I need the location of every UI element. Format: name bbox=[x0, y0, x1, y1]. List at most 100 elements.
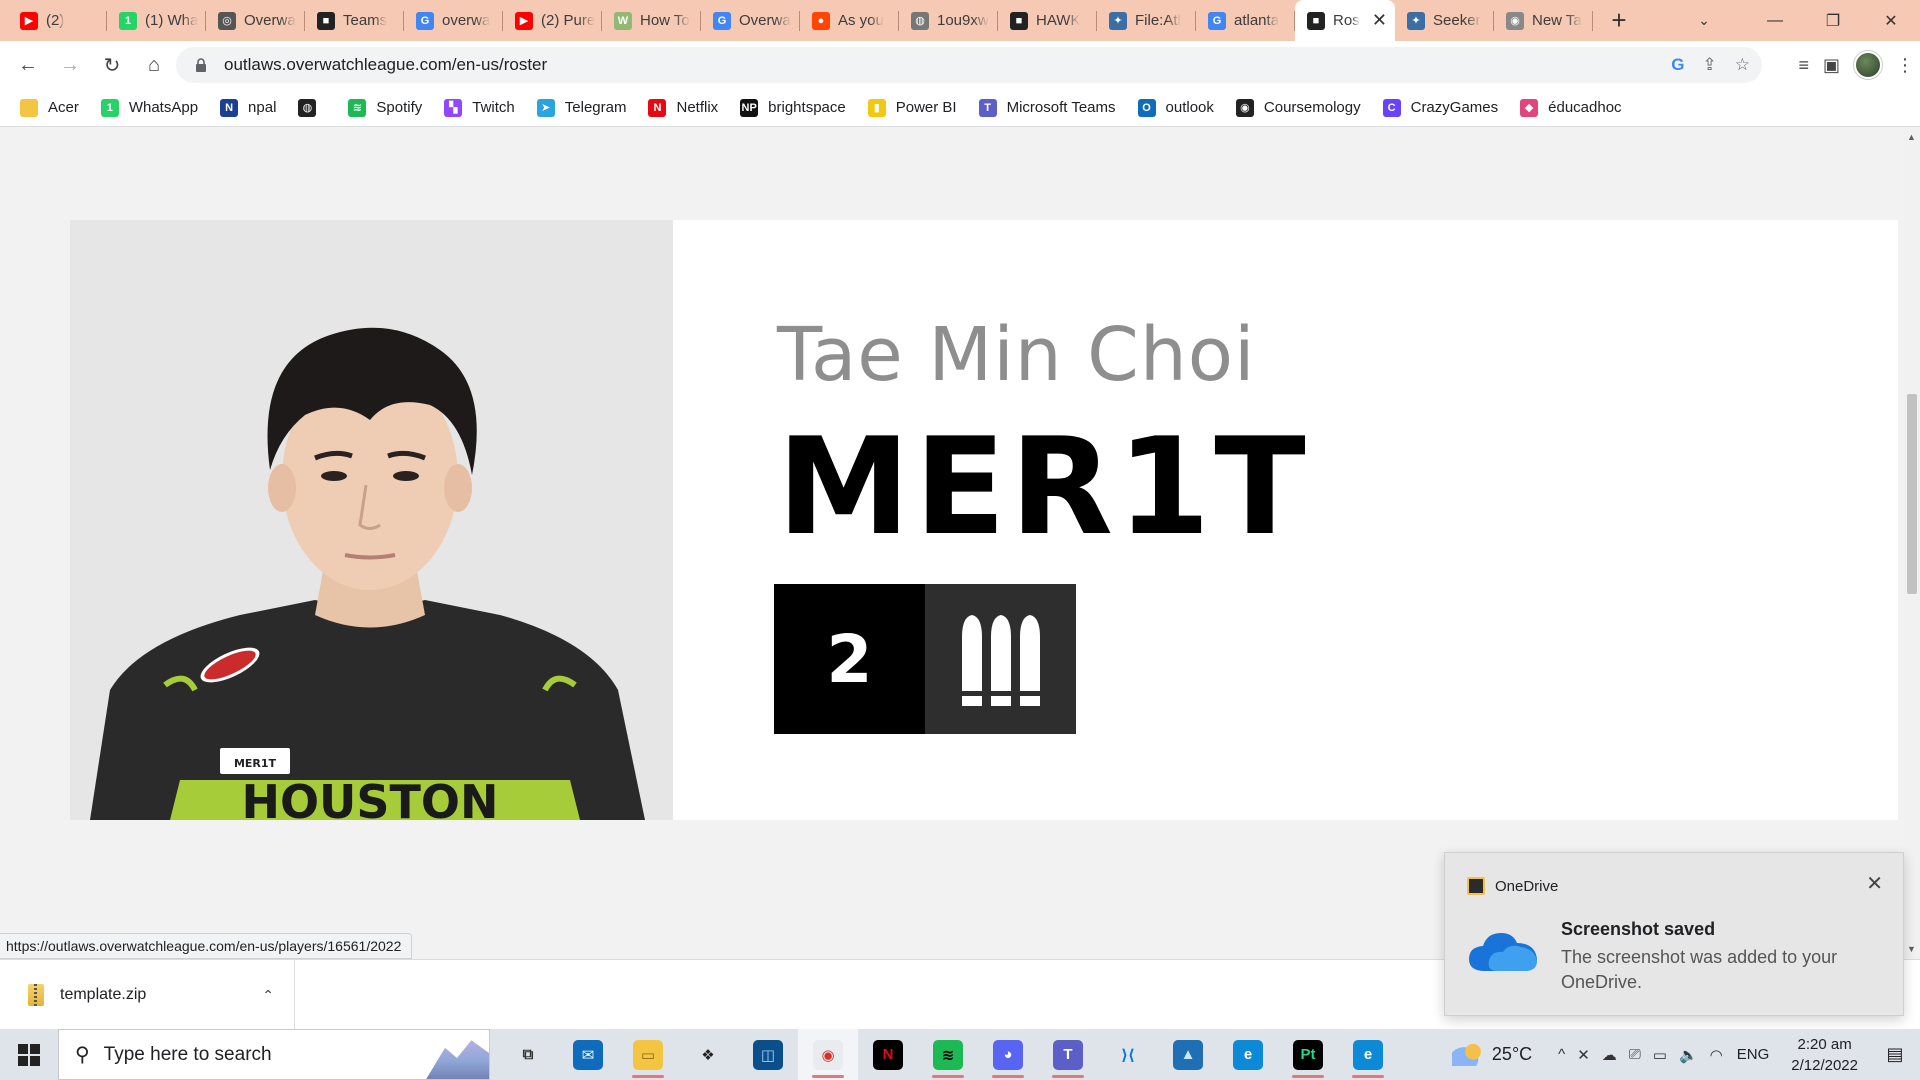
notification-center-icon[interactable]: ▤ bbox=[1870, 1029, 1920, 1080]
side-panel-icon[interactable]: ▣ bbox=[1823, 55, 1840, 76]
onedrive-tray-icon[interactable]: ☁ bbox=[1602, 1046, 1617, 1064]
bookmark-item[interactable]: ≋ Spotify bbox=[348, 98, 422, 117]
player-gamertag: MER1T bbox=[777, 409, 1310, 565]
onedrive-notification[interactable]: OneDrive ✕ Screenshot saved The screensh… bbox=[1444, 852, 1904, 1016]
home-button[interactable]: ⌂ bbox=[134, 45, 174, 85]
browser-tab[interactable]: ◍ 1ou9xw bbox=[899, 0, 998, 41]
spotify-icon: ≋ bbox=[348, 98, 367, 117]
bookmark-item[interactable]: Ooutlook bbox=[1137, 98, 1214, 117]
taskbar-app[interactable]: e bbox=[1338, 1029, 1398, 1080]
bookmark-item[interactable]: ➤ Telegram bbox=[536, 98, 626, 117]
battery-icon[interactable]: ▭ bbox=[1653, 1046, 1667, 1064]
language-indicator[interactable]: ENG bbox=[1737, 1046, 1770, 1063]
show-hidden-icons-icon[interactable]: ^ bbox=[1558, 1046, 1565, 1063]
close-window-button[interactable]: ✕ bbox=[1862, 0, 1920, 41]
taskbar-app[interactable]: T bbox=[1038, 1029, 1098, 1080]
download-filename[interactable]: template.zip bbox=[60, 986, 146, 1004]
tab-title: Seeker bbox=[1433, 12, 1481, 29]
page-scrollbar[interactable]: ▲ ▼ bbox=[1904, 128, 1920, 958]
reload-button[interactable]: ↻ bbox=[92, 45, 132, 85]
taskbar-app[interactable]: ◕ bbox=[978, 1029, 1038, 1080]
tab-close-icon[interactable]: ✕ bbox=[1372, 10, 1387, 31]
taskbar-app[interactable]: ✉ bbox=[558, 1029, 618, 1080]
scrollbar-thumb[interactable] bbox=[1907, 394, 1917, 594]
bookmark-item[interactable]: Nnpal bbox=[220, 98, 276, 117]
browser-tab[interactable]: G Overwa bbox=[701, 0, 800, 41]
meet-now-icon[interactable]: ⎚ bbox=[1629, 1046, 1641, 1063]
bookmark-item[interactable]: ◆ éducadhoc bbox=[1520, 98, 1622, 117]
search-placeholder[interactable]: Type here to search bbox=[104, 1044, 272, 1066]
weather-widget[interactable]: 25°C bbox=[1451, 1043, 1532, 1066]
browser-tab[interactable]: 1 (1) Wha bbox=[107, 0, 206, 41]
media-control-icon[interactable]: ≡ bbox=[1798, 55, 1809, 76]
taskbar-app[interactable]: ⟩⟨ bbox=[1098, 1029, 1158, 1080]
tab-title: atlanta bbox=[1234, 12, 1280, 29]
bookmark-item[interactable]: 1 WhatsApp bbox=[100, 98, 198, 117]
wifi-icon[interactable]: ◠ bbox=[1710, 1046, 1723, 1064]
bookmark-item[interactable]: NP brightspace bbox=[740, 98, 846, 117]
browser-tab[interactable]: ◉ New Ta bbox=[1494, 0, 1593, 41]
tab-title: Overwa bbox=[244, 12, 296, 29]
browser-menu-icon[interactable]: ⋮ bbox=[1896, 55, 1914, 76]
taskbar-app[interactable]: N bbox=[858, 1029, 918, 1080]
security-alert-icon[interactable]: ✕ bbox=[1577, 1046, 1590, 1064]
bookmark-item[interactable]: ▚ Twitch bbox=[444, 98, 515, 117]
taskbar-app[interactable]: ▲ bbox=[1158, 1029, 1218, 1080]
taskbar-app[interactable]: e bbox=[1218, 1029, 1278, 1080]
taskbar-app[interactable]: ⧉ bbox=[498, 1029, 558, 1080]
browser-tab[interactable]: ■ HAWK bbox=[998, 0, 1097, 41]
minimize-button[interactable]: — bbox=[1746, 0, 1804, 41]
bookmark-star-icon[interactable]: ☆ bbox=[1735, 55, 1750, 75]
player-card[interactable]: HOUSTON MER1T Tae Min Choi MER1T 2 bbox=[70, 220, 1898, 820]
url-text[interactable]: outlaws.overwatchleague.com/en-us/roster bbox=[224, 55, 547, 75]
taskbar-app[interactable]: ◫ bbox=[738, 1029, 798, 1080]
address-bar[interactable]: outlaws.overwatchleague.com/en-us/roster… bbox=[176, 47, 1762, 83]
bookmark-item[interactable]: Acer bbox=[20, 98, 79, 117]
bookmark-label: Acer bbox=[48, 99, 79, 116]
bookmark-item[interactable]: ◉ Coursemology bbox=[1235, 98, 1361, 117]
browser-tab[interactable]: ▶ (2) Pure bbox=[503, 0, 602, 41]
share-icon[interactable]: ⇪ bbox=[1703, 55, 1717, 75]
bookmark-item[interactable]: ▮ Power BI bbox=[867, 98, 957, 117]
browser-tab[interactable]: ■ Teams bbox=[305, 0, 404, 41]
browser-tab[interactable]: ✦ File:Atl bbox=[1097, 0, 1196, 41]
google-icon: G bbox=[416, 11, 434, 30]
tab-search-button[interactable]: ⌄ bbox=[1684, 0, 1724, 41]
bookmark-item[interactable]: C CrazyGames bbox=[1382, 98, 1499, 117]
back-button[interactable]: ← bbox=[8, 45, 48, 85]
lock-icon[interactable] bbox=[194, 58, 208, 72]
scroll-down-icon[interactable]: ▼ bbox=[1907, 944, 1916, 954]
crazygames-icon: C bbox=[1382, 98, 1401, 117]
bookmark-label: CrazyGames bbox=[1410, 99, 1499, 116]
browser-tab[interactable]: ◎ Overwa bbox=[206, 0, 305, 41]
google-lens-icon[interactable]: G bbox=[1671, 55, 1684, 75]
bookmark-item[interactable]: N Netflix bbox=[648, 98, 718, 117]
browser-tab[interactable]: ● As you bbox=[800, 0, 899, 41]
taskbar-search[interactable]: ⚲ Type here to search bbox=[58, 1029, 490, 1080]
start-button[interactable] bbox=[0, 1029, 58, 1080]
tab-title: File:Atl bbox=[1135, 12, 1181, 29]
download-options-chevron-icon[interactable]: ⌃ bbox=[262, 987, 274, 1004]
forward-button[interactable]: → bbox=[50, 45, 90, 85]
taskbar-app[interactable]: ◉ bbox=[798, 1029, 858, 1080]
notification-close-button[interactable]: ✕ bbox=[1866, 871, 1883, 896]
download-item[interactable]: template.zip ⌃ bbox=[0, 960, 295, 1030]
taskbar-app[interactable]: ≋ bbox=[918, 1029, 978, 1080]
browser-tab[interactable]: Gatlanta bbox=[1196, 0, 1295, 41]
taskbar-app[interactable]: Pt bbox=[1278, 1029, 1338, 1080]
browser-tab[interactable]: ■ Ros ✕ bbox=[1295, 0, 1395, 41]
browser-tab[interactable]: ✦ Seeker bbox=[1395, 0, 1494, 41]
profile-avatar[interactable] bbox=[1854, 51, 1882, 79]
browser-tab[interactable]: Goverwa bbox=[404, 0, 503, 41]
volume-icon[interactable]: 🔈 bbox=[1679, 1046, 1698, 1064]
restore-button[interactable]: ❐ bbox=[1804, 0, 1862, 41]
bookmark-item[interactable]: ◍ bbox=[298, 98, 326, 117]
taskbar-app[interactable]: ▭ bbox=[618, 1029, 678, 1080]
taskbar-app[interactable]: ❖ bbox=[678, 1029, 738, 1080]
bookmark-item[interactable]: T Microsoft Teams bbox=[978, 98, 1116, 117]
browser-tab[interactable]: ▶ (2) bbox=[8, 0, 107, 41]
clock[interactable]: 2:20 am 2/12/2022 bbox=[1791, 1034, 1858, 1076]
new-tab-button[interactable]: + bbox=[1599, 0, 1639, 41]
browser-tab[interactable]: W How To bbox=[602, 0, 701, 41]
scroll-up-icon[interactable]: ▲ bbox=[1907, 132, 1916, 142]
